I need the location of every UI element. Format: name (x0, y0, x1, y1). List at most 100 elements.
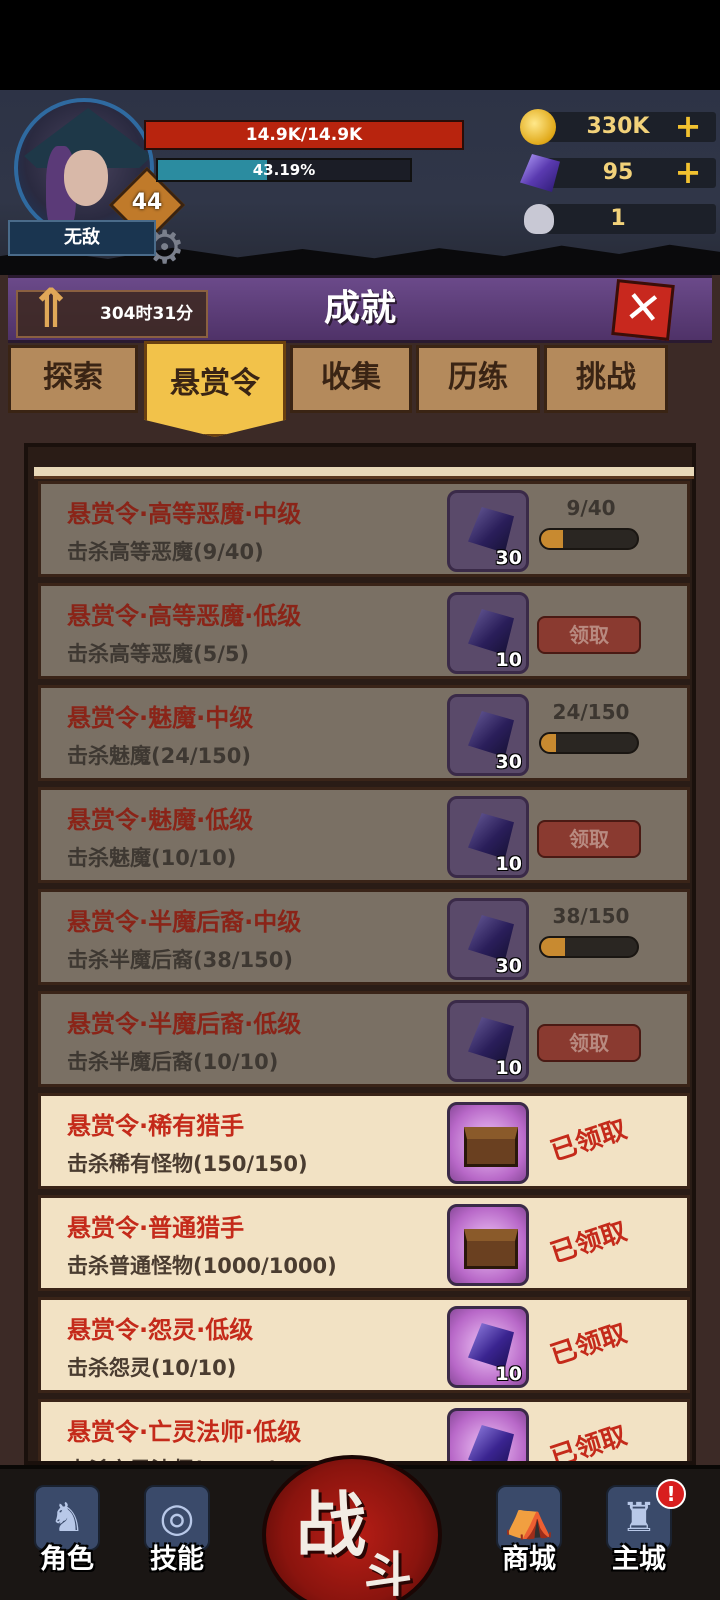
close-button[interactable]: ✕ (611, 279, 675, 341)
panel-title-bar: 成就 ⇑ 304时31分 ✕ (8, 275, 712, 343)
achievement-row: 悬赏令·稀有猎手击杀稀有怪物(150/150) 已领取 (38, 1093, 690, 1189)
tab-explore[interactable]: 探索 (8, 345, 138, 413)
achievement-desc: 击杀稀有怪物(150/150) (67, 1152, 308, 1176)
claim-button[interactable]: 领取 (537, 1024, 641, 1062)
achievement-desc: 击杀普通怪物(1000/1000) (67, 1254, 337, 1278)
currency-gold: 330K + (520, 108, 716, 146)
claimed-stamp: 已领取 (547, 1318, 631, 1372)
claimed-stamp: 已领取 (547, 1216, 631, 1270)
achievement-title: 悬赏令·半魔后裔·低级 (67, 1010, 302, 1038)
achievement-desc: 击杀高等恶魔(9/40) (67, 540, 264, 564)
claimed-stamp: 已领取 (547, 1420, 631, 1461)
xp-bar: 43.19% (156, 158, 412, 182)
achievement-title: 悬赏令·高等恶魔·中级 (67, 500, 302, 528)
nav-role[interactable]: ♞ 角色 (22, 1481, 112, 1599)
battle-label-main: 战 (296, 1484, 366, 1566)
achievement-title: 悬赏令·半魔后裔·中级 (67, 908, 302, 936)
purple-gem-icon (468, 1425, 514, 1461)
achievement-title: 悬赏令·稀有猎手 (67, 1112, 245, 1140)
achievement-desc: 击杀高等恶魔(5/5) (67, 642, 250, 666)
scroll-top-edge (34, 467, 694, 479)
progress-bar (539, 528, 639, 550)
timer-text: 304时31分 (100, 304, 194, 324)
reward-slot[interactable] (447, 1408, 529, 1461)
progress-text: 24/150 (552, 700, 630, 724)
achievement-row: 悬赏令·高等恶魔·中级击杀高等恶魔(9/40) 30 9/40 (38, 481, 690, 577)
reward-slot[interactable]: 30 (447, 694, 529, 776)
nav-skill[interactable]: ◎ 技能 (132, 1481, 222, 1599)
progress-fill (541, 530, 563, 548)
progress-fill (541, 734, 557, 752)
avatar-face (64, 150, 108, 206)
achievement-title: 悬赏令·魅魔·低级 (67, 806, 254, 834)
currency-gem: 95 + (520, 154, 716, 192)
progress-fill (541, 938, 566, 956)
achievement-title: 悬赏令·普通猎手 (67, 1214, 245, 1242)
achievement-desc: 击杀魅魔(10/10) (67, 846, 237, 870)
reward-quantity: 30 (495, 751, 522, 773)
achievement-row: 悬赏令·魅魔·低级击杀魅魔(10/10) 10 领取 (38, 787, 690, 883)
achievement-desc: 击杀魅魔(24/150) (67, 744, 251, 768)
battle-button[interactable]: 战 斗 (262, 1455, 442, 1600)
achievement-desc: 击杀亡灵法师(10/10) (67, 1454, 278, 1461)
achievement-row: 悬赏令·亡灵法师·低级击杀亡灵法师(10/10) 已领取 (38, 1399, 690, 1461)
achievement-list-frame: 悬赏令·高等恶魔·中级击杀高等恶魔(9/40) 30 9/40 悬赏令·高等恶魔·低级… (24, 443, 696, 1465)
achievement-row: 悬赏令·怨灵·低级击杀怨灵(10/10) 10 已领取 (38, 1297, 690, 1393)
gem-value: 95 (602, 160, 634, 185)
reward-quantity: 30 (495, 955, 522, 977)
tab-challenge[interactable]: 挑战 (544, 345, 668, 413)
achievement-desc: 击杀半魔后裔(10/10) (67, 1050, 279, 1074)
claimed-stamp: 已领取 (547, 1114, 631, 1168)
nav-shop[interactable]: ⛺ 商城 (484, 1481, 574, 1599)
achievement-title: 悬赏令·高等恶魔·低级 (67, 602, 302, 630)
hp-text: 14.9K/14.9K (245, 125, 363, 145)
reward-quantity: 10 (495, 649, 522, 671)
skull-value: 1 (610, 206, 626, 231)
timer-box: ⇑ 304时31分 (16, 277, 208, 340)
currency-skull: 1 (520, 200, 716, 238)
nav-role-label: 角色 (40, 1544, 94, 1575)
achievement-desc: 击杀半魔后裔(38/150) (67, 948, 293, 972)
achievement-list[interactable]: 悬赏令·高等恶魔·中级击杀高等恶魔(9/40) 30 9/40 悬赏令·高等恶魔·低级… (38, 481, 690, 1461)
up-arrow-icon: ⇑ (28, 277, 74, 340)
achievement-row: 悬赏令·半魔后裔·低级击杀半魔后裔(10/10) 10 领取 (38, 991, 690, 1087)
gold-value: 330K (586, 114, 650, 139)
achievement-panel: 成就 ⇑ 304时31分 ✕ 探索 悬赏令 收集 历练 挑战 悬赏令·高等恶魔·… (0, 275, 720, 1465)
achievement-title: 悬赏令·魅魔·中级 (67, 704, 254, 732)
achievement-title: 悬赏令·亡灵法师·低级 (67, 1418, 302, 1446)
add-gold-button[interactable]: + (672, 110, 704, 142)
tab-training[interactable]: 历练 (416, 345, 540, 413)
achievement-desc: 击杀怨灵(10/10) (67, 1356, 237, 1380)
treasure-chest-icon (464, 1127, 518, 1167)
battle-label-sub: 斗 (364, 1547, 413, 1600)
reward-slot[interactable]: 10 (447, 1000, 529, 1082)
reward-quantity: 10 (495, 853, 522, 875)
achievement-title: 悬赏令·怨灵·低级 (67, 1316, 254, 1344)
claim-button[interactable]: 领取 (537, 820, 641, 858)
progress-bar (539, 732, 639, 754)
reward-slot[interactable] (447, 1204, 529, 1286)
city-notification-badge: ! (656, 1479, 686, 1509)
progress-text: 38/150 (552, 904, 630, 928)
reward-slot[interactable]: 30 (447, 898, 529, 980)
nav-shop-label: 商城 (502, 1544, 556, 1575)
tab-bar: 探索 悬赏令 收集 历练 挑战 (0, 341, 720, 451)
reward-slot[interactable]: 30 (447, 490, 529, 572)
reward-slot[interactable]: 10 (447, 1306, 529, 1388)
player-header: 44 ⚙ 无敌 14.9K/14.9K 43.19% 330K + 95 + 1 (0, 90, 720, 275)
reward-quantity: 30 (495, 547, 522, 569)
reward-slot[interactable]: 10 (447, 592, 529, 674)
hp-bar: 14.9K/14.9K (144, 120, 464, 150)
progress-text: 9/40 (566, 496, 616, 520)
reward-quantity: 10 (495, 1057, 522, 1079)
reward-slot[interactable] (447, 1102, 529, 1184)
tab-bounty[interactable]: 悬赏令 (144, 341, 286, 437)
add-gem-button[interactable]: + (672, 156, 704, 188)
reward-slot[interactable]: 10 (447, 796, 529, 878)
nav-skill-label: 技能 (150, 1544, 204, 1575)
player-name: 无敌 (8, 220, 156, 256)
skull-icon (524, 204, 554, 234)
claim-button[interactable]: 领取 (537, 616, 641, 654)
tab-collect[interactable]: 收集 (290, 345, 412, 413)
nav-city-label: 主城 (612, 1544, 666, 1575)
